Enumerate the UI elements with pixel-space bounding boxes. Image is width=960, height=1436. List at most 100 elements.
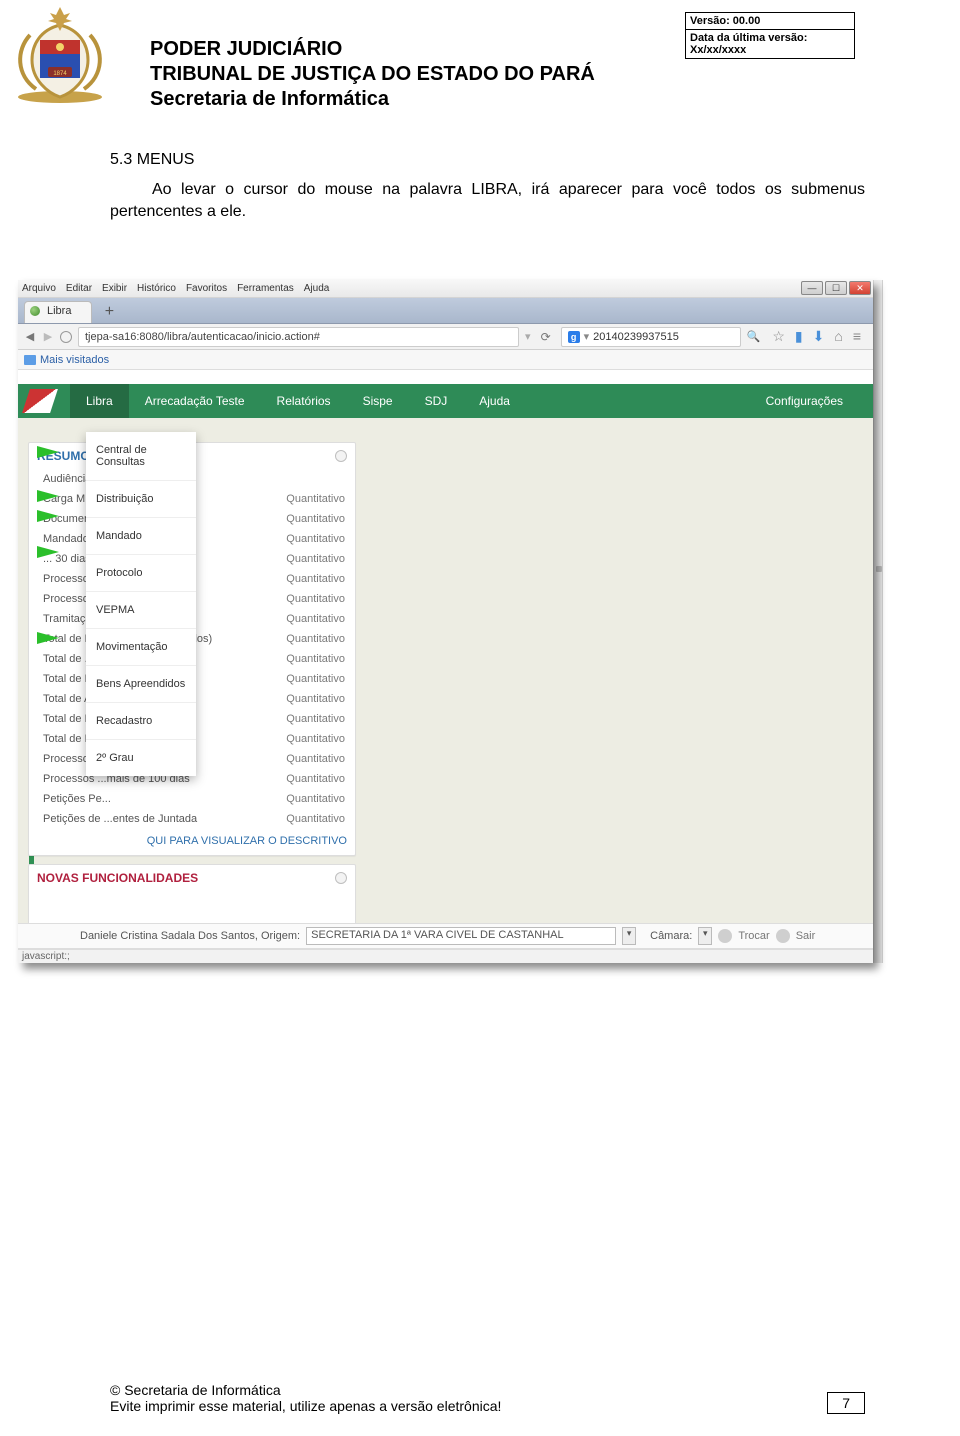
bookmark-star-icon[interactable]: ☆ <box>772 328 785 345</box>
new-tab-button[interactable]: + <box>96 301 122 323</box>
window-maximize-button[interactable]: ☐ <box>825 281 847 295</box>
resumo-row-quantitativo: Quantitativo <box>286 593 345 605</box>
nav-item-relatorios[interactable]: Relatórios <box>261 384 347 418</box>
resumo-row[interactable]: Petições Pe... Quantitativo <box>29 789 355 809</box>
section-paragraph: Ao levar o cursor do mouse na palavra LI… <box>110 179 865 222</box>
submenu-item[interactable]: 2º Grau <box>86 740 196 776</box>
origem-dropdown-button[interactable]: ▾ <box>622 927 636 945</box>
resumo-row-quantitativo: Quantitativo <box>286 653 345 665</box>
menu-exibir[interactable]: Exibir <box>102 283 127 294</box>
resumo-row-quantitativo: Quantitativo <box>286 773 345 785</box>
resumo-row-label: Petições Pe... <box>43 793 111 805</box>
resumo-row-label: Mandado <box>43 533 89 545</box>
resumo-row-quantitativo: Quantitativo <box>286 733 345 745</box>
svg-text:1874: 1874 <box>53 71 67 77</box>
nav-item-sdj[interactable]: SDJ <box>409 384 464 418</box>
globe-icon <box>60 331 72 343</box>
menu-editar[interactable]: Editar <box>66 283 92 294</box>
org-line-2: TRIBUNAL DE JUSTIÇA DO ESTADO DO PARÁ <box>150 63 855 86</box>
bookmarks-folder-icon <box>24 355 36 365</box>
resumo-row-quantitativo: Quantitativo <box>286 693 345 705</box>
libra-submenu: Central de ConsultasDistribuiçãoMandadoP… <box>86 432 196 776</box>
resumo-row-quantitativo: Quantitativo <box>286 513 345 525</box>
resumo-row-quantitativo: Quantitativo <box>286 753 345 765</box>
tab-strip: Libra + <box>18 298 873 324</box>
browser-menu-bar: Arquivo Editar Exibir Histórico Favorito… <box>18 280 873 298</box>
window-close-button[interactable]: ✕ <box>849 281 871 295</box>
origem-field[interactable]: SECRETARIA DA 1ª VARA CIVEL DE CASTANHAL <box>306 927 616 945</box>
resumo-row-quantitativo: Quantitativo <box>286 713 345 725</box>
descritivo-link[interactable]: QUI PARA VISUALIZAR O DESCRITIVO <box>29 829 355 855</box>
downloads-icon[interactable]: ⬇ <box>813 328 825 345</box>
submenu-item[interactable]: Distribuição <box>86 481 196 518</box>
menu-favoritos[interactable]: Favoritos <box>186 283 227 294</box>
hamburger-menu-icon[interactable]: ≡ <box>853 328 861 345</box>
refresh-icon[interactable] <box>718 929 732 943</box>
menu-ajuda[interactable]: Ajuda <box>304 283 330 294</box>
submenu-item[interactable]: Mandado <box>86 518 196 555</box>
search-icon[interactable]: 🔍 <box>747 330 761 343</box>
nav-item-ajuda[interactable]: Ajuda <box>463 384 526 418</box>
status-text: javascript:; <box>22 951 70 962</box>
nav-item-arrecadacao[interactable]: Arrecadação Teste <box>129 384 261 418</box>
submenu-item[interactable]: Movimentação <box>86 629 196 666</box>
arrow-icon <box>37 490 59 502</box>
resumo-row-label: Audiência <box>43 473 91 485</box>
collapse-icon[interactable] <box>335 450 347 462</box>
submenu-item[interactable]: Protocolo <box>86 555 196 592</box>
search-box[interactable]: g ▾ 20140239937515 <box>561 327 741 347</box>
nav-forward-button[interactable]: ▶ <box>42 330 54 343</box>
google-badge-icon: g <box>568 331 580 343</box>
submenu-item[interactable]: VEPMA <box>86 592 196 629</box>
submenu-item[interactable]: Bens Apreendidos <box>86 666 196 703</box>
bookmarks-bar: Mais visitados <box>18 350 873 370</box>
sair-link[interactable]: Sair <box>796 930 816 942</box>
scrollbar-gutter <box>873 280 883 963</box>
browser-tab-title: Libra <box>47 305 71 317</box>
document-footer: © Secretaria de Informática Evite imprim… <box>110 1382 900 1414</box>
submenu-item[interactable]: Recadastro <box>86 703 196 740</box>
menu-historico[interactable]: Histórico <box>137 283 176 294</box>
version-date-label: Data da última versão: <box>690 32 807 44</box>
nav-item-sispe[interactable]: Sispe <box>347 384 409 418</box>
arrow-icon <box>37 510 59 522</box>
search-value: 20140239937515 <box>593 331 679 343</box>
app-viewport: VERSÃO PARA TREINAMENTO Libra Arrecadaçã… <box>18 384 873 963</box>
resumo-row-quantitativo: Quantitativo <box>286 613 345 625</box>
app-top-nav: Libra Arrecadação Teste Relatórios Sispe… <box>18 384 873 418</box>
resumo-row-quantitativo: Quantitativo <box>286 533 345 545</box>
section-body: 5.3 MENUS Ao levar o cursor do mouse na … <box>0 111 960 222</box>
version-label: Versão: 00.00 <box>686 13 854 30</box>
collapse-icon[interactable] <box>335 872 347 884</box>
trocar-link[interactable]: Trocar <box>738 930 769 942</box>
nav-back-button[interactable]: ◀ <box>24 330 36 343</box>
home-icon[interactable]: ⌂ <box>834 328 842 345</box>
resumo-row-label: Petições de ...entes de Juntada <box>43 813 197 825</box>
window-minimize-button[interactable]: — <box>801 281 823 295</box>
origem-label: Origem: <box>261 930 300 942</box>
reading-list-icon[interactable]: ▮ <box>795 328 803 345</box>
bookmarks-label[interactable]: Mais visitados <box>40 354 109 366</box>
document-header: 1874 PODER JUDICIÁRIO TRIBUNAL DE JUSTIÇ… <box>0 0 960 111</box>
nav-item-configuracoes[interactable]: Configurações <box>750 384 859 418</box>
version-box: Versão: 00.00 Data da última versão: Xx/… <box>685 12 855 59</box>
app-logo-icon <box>22 389 58 413</box>
exit-icon[interactable] <box>776 929 790 943</box>
menu-arquivo[interactable]: Arquivo <box>22 283 56 294</box>
menu-ferramentas[interactable]: Ferramentas <box>237 283 294 294</box>
section-heading: 5.3 MENUS <box>110 151 865 169</box>
app-footer-bar: Daniele Cristina Sadala Dos Santos, Orig… <box>18 923 873 949</box>
camara-dropdown-button[interactable]: ▾ <box>698 927 712 945</box>
resumo-row[interactable]: Petições de ...entes de JuntadaQuantitat… <box>29 809 355 829</box>
resumo-row-quantitativo: Quantitativo <box>286 793 345 805</box>
page-number: 7 <box>827 1392 865 1414</box>
browser-tab-libra[interactable]: Libra <box>24 301 92 323</box>
refresh-icon[interactable]: ⟳ <box>537 330 555 344</box>
arrow-icon <box>37 446 59 458</box>
nav-item-libra[interactable]: Libra <box>70 384 129 418</box>
url-bar: ◀ ▶ tjepa-sa16:8080/libra/autenticacao/i… <box>18 324 873 350</box>
submenu-item[interactable]: Central de Consultas <box>86 432 196 481</box>
camara-label: Câmara: <box>650 930 692 942</box>
url-field[interactable]: tjepa-sa16:8080/libra/autenticacao/inici… <box>78 327 519 347</box>
resumo-row-quantitativo: Quantitativo <box>286 493 345 505</box>
